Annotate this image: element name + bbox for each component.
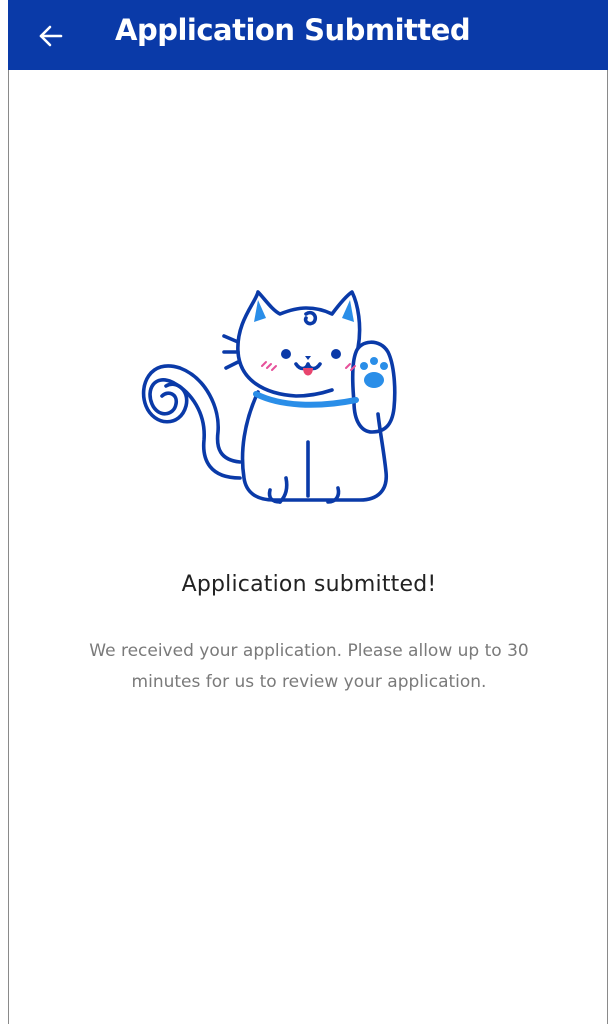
- arrow-left-icon: [39, 25, 63, 47]
- screen: Application Submitted Application submit…: [0, 0, 612, 1024]
- back-button[interactable]: [32, 17, 70, 55]
- right-border: [607, 70, 608, 1024]
- left-border: [8, 70, 9, 1024]
- page-title: Application Submitted: [115, 13, 471, 47]
- waving-cat-icon: [141, 290, 397, 504]
- success-headline: Application submitted!: [181, 572, 437, 597]
- app-bar: Application Submitted: [8, 0, 608, 70]
- success-message: We received your application. Please all…: [89, 641, 529, 692]
